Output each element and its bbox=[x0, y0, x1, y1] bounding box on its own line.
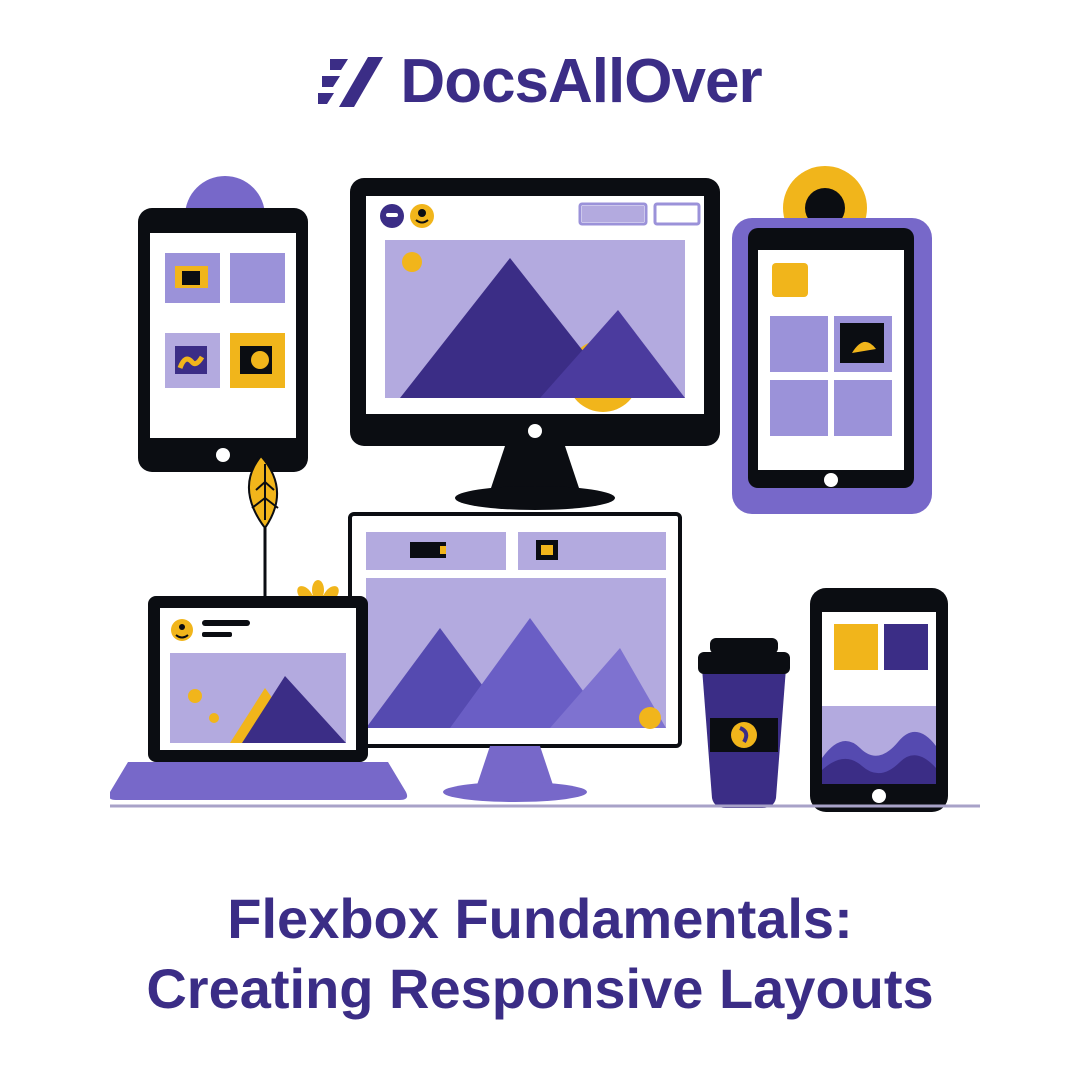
brand-header: DocsAllOver bbox=[0, 46, 1080, 117]
coffee-cup-icon bbox=[698, 638, 790, 808]
page-title: Flexbox Fundamentals: Creating Responsiv… bbox=[0, 884, 1080, 1024]
desktop-monitor bbox=[350, 178, 720, 510]
brand-name: DocsAllOver bbox=[400, 46, 761, 117]
secondary-monitor bbox=[350, 514, 680, 802]
smartphone bbox=[810, 588, 948, 812]
tablet-left bbox=[138, 208, 308, 472]
hero-illustration bbox=[110, 158, 980, 858]
tablet-right bbox=[732, 218, 932, 514]
laptop bbox=[110, 596, 407, 800]
brand-logo-icon bbox=[318, 52, 392, 112]
